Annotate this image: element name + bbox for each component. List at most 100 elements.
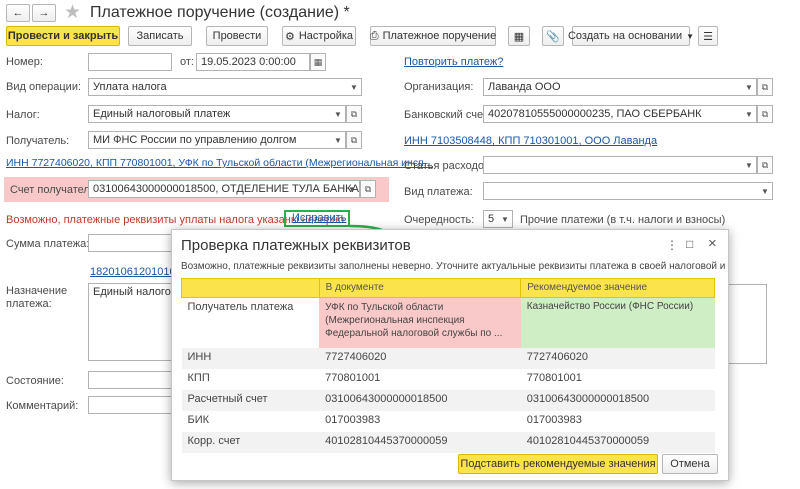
organization-open-button[interactable]: ⧉ (757, 78, 773, 96)
operation-type-value: Уплата налога (93, 81, 167, 93)
account-select[interactable]: 03100643000000018500, ОТДЕЛЕНИЕ ТУЛА БАН… (88, 180, 360, 198)
recommended-value: 03100643000000018500 (526, 392, 650, 405)
document-value: 03100643000000018500 (325, 392, 448, 405)
gear-icon: ⚙ (284, 30, 295, 43)
row-label: БИК (187, 413, 210, 426)
comment-field[interactable] (88, 396, 178, 414)
expense-item-open-button[interactable]: ⧉ (757, 156, 773, 174)
account-value: 03100643000000018500, ОТДЕЛЕНИЕ ТУЛА БАН… (93, 183, 359, 195)
table-row: Расчетный счет 03100643000000018500 0310… (181, 389, 715, 411)
maximize-icon[interactable]: □ (686, 237, 693, 251)
chevron-down-icon: ▼ (761, 186, 769, 196)
date-field[interactable]: 19.05.2023 0:00:00 (196, 53, 310, 71)
more-icon[interactable]: ⋮ (666, 238, 678, 252)
close-icon[interactable]: × (708, 235, 717, 252)
post-button[interactable]: Провести (206, 26, 268, 46)
chevron-down-icon: ▼ (334, 135, 342, 145)
attach-button[interactable]: 📎 (542, 26, 564, 46)
cancel-button[interactable]: Отмена (662, 454, 718, 474)
table-row: КПП 770801001 770801001 (182, 369, 715, 390)
recommended-value: 7727406020 (526, 350, 588, 363)
priority-select[interactable]: 5 ▼ (483, 210, 513, 228)
calendar-button[interactable]: ▦ (310, 53, 326, 71)
table-row: БИК 017003983 017003983 (182, 411, 715, 432)
bank-account-select[interactable]: 40207810555000000235, ПАО СБЕРБАНК ▼ (483, 105, 757, 123)
organization-select[interactable]: Лаванда ООО ▼ (483, 78, 757, 96)
more-button[interactable]: ☰ (698, 26, 718, 46)
print-button[interactable]: ⎙ Платежное поручение (370, 26, 496, 46)
document-value: 017003983 (325, 413, 381, 426)
chevron-down-icon: ▼ (501, 214, 509, 224)
account-open-button[interactable]: ⧉ (360, 180, 376, 198)
priority-value: 5 (488, 213, 495, 225)
tax-select[interactable]: Единый налоговый платеж ▼ (88, 105, 346, 123)
row-label: Расчетный счет (187, 392, 268, 405)
back-button[interactable]: ← (6, 4, 30, 22)
state-label: Состояние: (6, 375, 64, 387)
table-header: В документе Рекомендуемое значение (181, 278, 715, 298)
organization-label: Организация: (404, 81, 474, 93)
document-value: 770801001 (325, 371, 381, 384)
check-requisites-dialog: Проверка платежных реквизитов ⋮ □ × Возм… (171, 229, 729, 481)
state-field[interactable] (88, 371, 178, 389)
purpose-field[interactable]: Единый налоговый (88, 283, 178, 361)
sum-field[interactable] (88, 234, 174, 252)
organization-inn-link[interactable]: ИНН 7103508448, КПП 710301001, ООО Лаван… (404, 135, 657, 147)
column-header-label (181, 278, 320, 298)
bank-account-value: 40207810555000000235, ПАО СБЕРБАНК (488, 108, 702, 120)
create-based-label: Создать на основании (567, 30, 683, 42)
chevron-down-icon: ▼ (745, 82, 753, 92)
bank-account-label: Банковский счет: (404, 109, 491, 121)
tax-value: Единый налоговый платеж (93, 108, 231, 120)
document-value: 7727406020 (325, 350, 387, 363)
printer-icon: ⎙ (369, 29, 379, 42)
structure-button[interactable]: ▦ (508, 26, 530, 46)
tax-open-button[interactable]: ⧉ (346, 105, 362, 123)
from-label: от: (180, 56, 194, 68)
table-row: Получатель платежа УФК по Тульской облас… (181, 297, 715, 348)
row-label: Получатель платежа (187, 301, 294, 313)
recipient-select[interactable]: МИ ФНС России по управлению долгом ▼ (88, 131, 346, 149)
chevron-down-icon: ▼ (745, 109, 753, 119)
arrow-left-icon: ← (12, 7, 24, 19)
chevron-down-icon: ▼ (686, 31, 695, 41)
print-label: Платежное поручение (382, 30, 497, 42)
recommended-value: Казначейство России (ФНС России) (520, 297, 715, 348)
payment-type-select[interactable]: ▼ (483, 182, 773, 200)
operation-type-select[interactable]: Уплата налога ▼ (88, 78, 362, 96)
sum-label: Сумма платежа: (6, 238, 90, 250)
create-based-button[interactable]: Создать на основании ▼ (568, 26, 694, 46)
chevron-down-icon: ▼ (745, 160, 753, 170)
settings-button[interactable]: ⚙ Настройка (282, 26, 356, 46)
row-label: Корр. счет (187, 434, 241, 447)
purpose-label: Назначение платежа: (6, 285, 68, 310)
chevron-down-icon: ▼ (350, 82, 358, 92)
structure-icon: ▦ (513, 30, 525, 43)
bank-account-open-button[interactable]: ⧉ (757, 105, 773, 123)
recipient-inn-link[interactable]: ИНН 7727406020, КПП 770801001, УФК по Ту… (6, 157, 433, 169)
recipient-open-button[interactable]: ⧉ (346, 131, 362, 149)
post-and-close-button[interactable]: Провести и закрыть (6, 26, 120, 46)
tax-label: Налог: (6, 109, 40, 121)
settings-label: Настройка (298, 30, 354, 42)
fix-link[interactable]: Исправить (292, 212, 346, 224)
table-row: ИНН 7727406020 7727406020 (181, 347, 715, 369)
priority-description: Прочие платежи (в т.ч. налоги и взносы) (520, 214, 726, 226)
dialog-subtitle: Возможно, платежные реквизиты заполнены … (181, 261, 726, 272)
star-icon[interactable]: ★ (64, 1, 81, 24)
number-label: Номер: (6, 56, 43, 68)
save-button[interactable]: Записать (128, 26, 192, 46)
recommended-value: 017003983 (526, 413, 582, 426)
row-label: КПП (187, 371, 210, 384)
row-label: ИНН (187, 350, 212, 363)
repeat-payment-link[interactable]: Повторить платеж? (404, 56, 503, 68)
apply-recommended-button[interactable]: Подставить рекомендуемые значения (458, 454, 658, 474)
requisites-table: В документе Рекомендуемое значение Получ… (181, 278, 715, 453)
number-field[interactable] (88, 53, 172, 71)
list-icon: ☰ (703, 30, 713, 43)
paperclip-icon: 📎 (546, 30, 560, 43)
expense-item-select[interactable]: ▼ (483, 156, 757, 174)
forward-button[interactable]: → (32, 4, 56, 22)
comment-label: Комментарий: (6, 400, 79, 412)
column-header-recommended: Рекомендуемое значение (520, 278, 715, 298)
